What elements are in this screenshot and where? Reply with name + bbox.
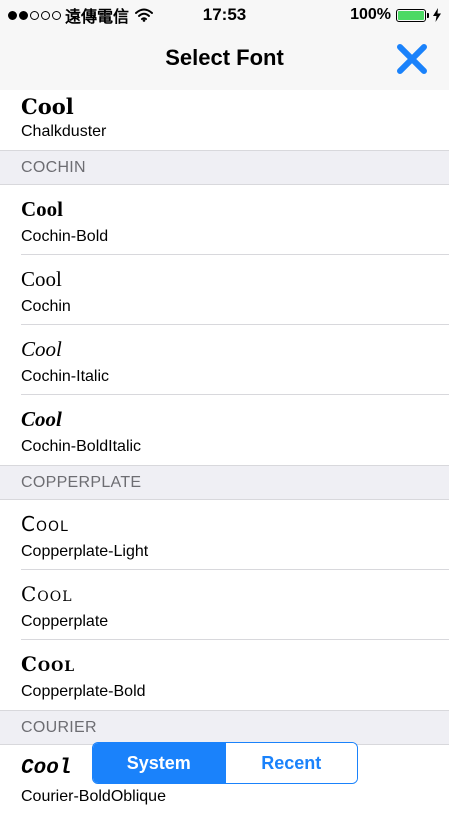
battery-percentage: 100% (350, 6, 391, 23)
navigation-bar: Select Font (0, 30, 449, 90)
font-row-cochin-bold[interactable]: Cool Cochin-Bold (0, 185, 449, 255)
font-sample: Cool (21, 267, 62, 291)
font-sample: Cool (21, 512, 69, 536)
battery-tip (427, 12, 429, 18)
font-sample: Cool (21, 94, 74, 119)
font-source-segmented-control[interactable]: System Recent (92, 742, 358, 784)
section-header-cochin: COCHIN (0, 150, 449, 185)
status-right: 100% (350, 5, 441, 25)
section-header-copperplate: COPPERPLATE (0, 465, 449, 500)
font-sample: Cool (21, 757, 72, 780)
segment-system[interactable]: System (93, 743, 225, 783)
font-row-chalkduster[interactable]: Cool Chalkduster (0, 90, 449, 150)
section-header-courier: COURIER (0, 710, 449, 745)
font-name: Courier-BoldOblique (21, 788, 166, 805)
page-title: Select Font (165, 45, 284, 70)
font-row-cochin-italic[interactable]: Cool Cochin-Italic (0, 325, 449, 395)
font-name: Cochin-Bold (21, 228, 109, 245)
status-bar: 遠傳電信 17:53 100% (0, 0, 449, 30)
font-row-cochin[interactable]: Cool Cochin (0, 255, 449, 325)
font-row-copperplate-bold[interactable]: Cool Copperplate-Bold (0, 640, 449, 710)
font-name: Cochin-BoldItalic (21, 438, 142, 455)
font-name: Copperplate-Light (21, 543, 149, 560)
battery-level (398, 10, 424, 20)
font-sample: Cool (21, 197, 63, 221)
font-row-copperplate-light[interactable]: Cool Copperplate-Light (0, 500, 449, 570)
font-sample: Cool (21, 652, 76, 676)
font-list[interactable]: Cool Chalkduster COCHIN Cool Cochin-Bold… (0, 90, 449, 815)
font-name: Cochin (21, 298, 71, 315)
font-sample: Cool (21, 582, 73, 606)
font-name: Chalkduster (21, 123, 107, 140)
close-icon[interactable] (396, 43, 428, 75)
charging-bolt-icon (433, 8, 441, 22)
font-sample: Cool (21, 337, 62, 361)
font-sample: Cool (21, 407, 62, 431)
battery-icon (396, 8, 426, 22)
font-name: Cochin-Italic (21, 368, 110, 385)
font-name: Copperplate (21, 613, 109, 630)
font-name: Copperplate-Bold (21, 683, 146, 700)
font-row-cochin-bolditalic[interactable]: Cool Cochin-BoldItalic (0, 395, 449, 465)
segment-recent[interactable]: Recent (224, 743, 357, 783)
font-row-copperplate[interactable]: Cool Copperplate (0, 570, 449, 640)
